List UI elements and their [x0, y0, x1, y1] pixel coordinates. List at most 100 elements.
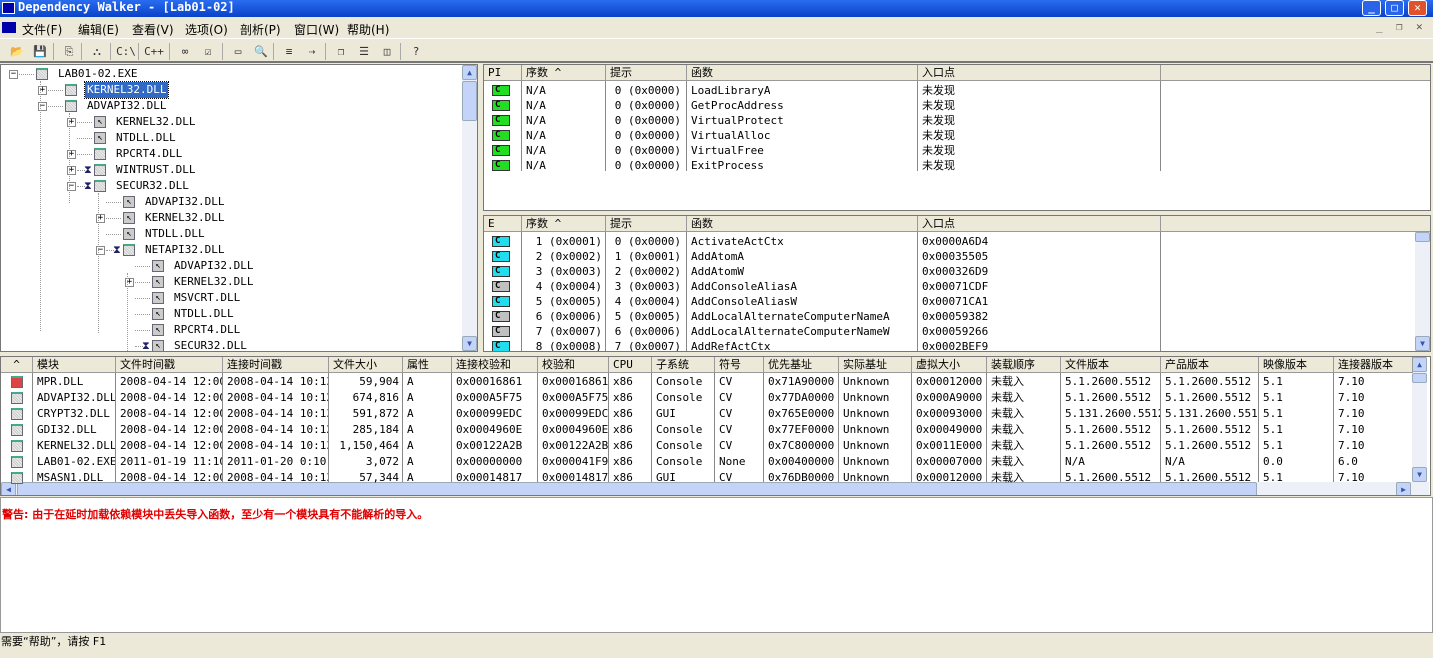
help-icon[interactable]: ?: [406, 42, 426, 61]
save-icon[interactable]: 💾: [30, 42, 50, 61]
log-pane[interactable]: 警告: 由于在延时加载依赖模块中丢失导入函数，至少有一个模块具有不能解析的导入。: [0, 497, 1433, 633]
column-header[interactable]: 入口点: [918, 216, 1161, 232]
column-header[interactable]: 序数 ^: [522, 65, 606, 81]
close-button[interactable]: ✕: [1408, 0, 1427, 16]
copy-icon[interactable]: ⎘: [59, 42, 79, 61]
tree-node[interactable]: − ⧗ SECUR32.DLL: [1, 178, 461, 194]
column-header[interactable]: ^: [1, 357, 33, 373]
tree-node[interactable]: + RPCRT4.DLL: [1, 146, 461, 162]
column-header[interactable]: 文件大小: [329, 357, 403, 373]
export-row[interactable]: C 8 (0x0008) 7 (0x0007) AddRefActCtx 0x0002B…: [484, 339, 1414, 351]
module-dependency-tree[interactable]: ▲ ▼ − LAB01-02.EXE + KERNEL32.DLL − ADVAPI32.…: [0, 64, 478, 352]
module-row[interactable]: MSASN1.DLL 2008-04-14 12:00 2008-04-14 10:…: [1, 470, 1413, 486]
menu-item[interactable]: 编辑(E): [78, 21, 119, 38]
tree-node[interactable]: ↖ NTDLL.DLL: [1, 130, 461, 146]
column-header[interactable]: 符号: [715, 357, 764, 373]
export-row[interactable]: C 5 (0x0005) 4 (0x0004) AddConsoleAliasW 0x0…: [484, 294, 1414, 309]
column-header[interactable]: 属性: [403, 357, 452, 373]
import-row[interactable]: C N/A 0 (0x0000) VirtualFree 未发现: [484, 143, 1161, 158]
column-header[interactable]: 虚拟大小: [912, 357, 987, 373]
undecorate-cpp-icon[interactable]: C++: [144, 42, 164, 61]
column-header[interactable]: 函数: [687, 216, 918, 232]
column-header[interactable]: 校验和: [538, 357, 609, 373]
column-header[interactable]: 模块: [33, 357, 116, 373]
menu-item[interactable]: 选项(O): [185, 21, 228, 38]
column-header[interactable]: 入口点: [918, 65, 1161, 81]
tree-node[interactable]: ↖ NTDLL.DLL: [1, 226, 461, 242]
scroll-up-button[interactable]: ▲: [1412, 357, 1427, 372]
export-row[interactable]: C 1 (0x0001) 0 (0x0000) ActivateActCtx 0x000…: [484, 234, 1414, 249]
module-row[interactable]: GDI32.DLL 2008-04-14 12:00 2008-04-14 10:1…: [1, 422, 1413, 438]
column-header[interactable]: 产品版本: [1161, 357, 1259, 373]
column-header[interactable]: 装载顺序: [987, 357, 1061, 373]
column-header[interactable]: 文件时间戳: [116, 357, 223, 373]
tree-node[interactable]: − ADVAPI32.DLL: [1, 98, 461, 114]
expander-minus-icon[interactable]: −: [9, 70, 18, 79]
tree-node[interactable]: + ⧗ WINTRUST.DLL: [1, 162, 461, 178]
column-header[interactable]: 子系统: [652, 357, 715, 373]
import-row[interactable]: C N/A 0 (0x0000) ExitProcess 未发现: [484, 158, 1161, 173]
module-row[interactable]: LAB01-02.EXE 2011-01-19 11:10 2011-01-20 0…: [1, 454, 1413, 470]
child-restore-button[interactable]: ❐: [1396, 20, 1403, 33]
export-row[interactable]: C 7 (0x0007) 6 (0x0006) AddLocalAlternateCo…: [484, 324, 1414, 339]
tree-node[interactable]: + ↖ KERNEL32.DLL: [1, 114, 461, 130]
column-header[interactable]: 连接器版本: [1334, 357, 1413, 373]
module-list[interactable]: ▲ ▼ ◀ ▶ ^ 模块 文件时间戳 连接时间戳 文件大小 属性 连接校验和 校验和 CPU 子系…: [0, 356, 1431, 496]
exports-vertical-scrollbar[interactable]: ▲ ▼: [1415, 216, 1430, 351]
column-header[interactable]: 实际基址: [839, 357, 912, 373]
export-row[interactable]: C 2 (0x0002) 1 (0x0001) AddAtomA 0x00035505: [484, 249, 1414, 264]
tree-node[interactable]: ↖ RPCRT4.DLL: [1, 322, 461, 338]
export-row[interactable]: C 6 (0x0006) 5 (0x0005) AddLocalAlternateCo…: [484, 309, 1414, 324]
tree-node[interactable]: + ↖ KERNEL32.DLL: [1, 274, 461, 290]
scroll-thumb[interactable]: [1412, 373, 1427, 383]
menu-item[interactable]: 剖析(P): [240, 21, 281, 38]
profile-icon[interactable]: ∞: [175, 42, 195, 61]
tree-vertical-scrollbar[interactable]: ▲ ▼: [462, 65, 477, 351]
import-row[interactable]: C N/A 0 (0x0000) LoadLibraryA 未发现: [484, 83, 1161, 98]
export-row[interactable]: C 3 (0x0003) 2 (0x0002) AddAtomW 0x000326D9: [484, 264, 1414, 279]
scroll-down-button[interactable]: ▼: [1412, 467, 1427, 482]
column-header[interactable]: 优先基址: [764, 357, 839, 373]
exports-list[interactable]: ▲ ▼ E序数 ^提示函数入口点 C 1 (0x0001) 0 (0x0000) Act…: [483, 215, 1431, 352]
module-row[interactable]: MPR.DLL 2008-04-14 12:00 2008-04-14 10:13 5…: [1, 374, 1413, 390]
find-icon[interactable]: 🔍: [251, 42, 271, 61]
module-row[interactable]: ADVAPI32.DLL 2008-04-14 12:00 2008-04-14 1…: [1, 390, 1413, 406]
menu-item[interactable]: 帮助(H): [347, 21, 389, 38]
child-minimize-button[interactable]: _: [1376, 20, 1383, 33]
column-header[interactable]: PI: [484, 65, 522, 81]
scroll-thumb[interactable]: [1415, 232, 1430, 242]
column-header[interactable]: 映像版本: [1259, 357, 1334, 373]
minimize-button[interactable]: _: [1362, 0, 1381, 16]
menu-item[interactable]: 文件(F): [22, 21, 62, 38]
tree-node[interactable]: ↖ ADVAPI32.DLL: [1, 194, 461, 210]
parent-imports-list[interactable]: PI 序数 ^ 提示 函数 入口点 C N/A 0 (0x0000) LoadLibraryA 未…: [483, 64, 1431, 211]
tree-icon[interactable]: ⛬: [87, 42, 107, 61]
import-row[interactable]: C N/A 0 (0x0000) GetProcAddress 未发现: [484, 98, 1161, 113]
tree-node[interactable]: + KERNEL32.DLL: [1, 81, 461, 99]
tile-vertical-icon[interactable]: ◫: [377, 42, 397, 61]
tree-node[interactable]: − LAB01-02.EXE: [1, 66, 461, 82]
tree-node[interactable]: + ↖ KERNEL32.DLL: [1, 210, 461, 226]
child-close-button[interactable]: ✕: [1416, 20, 1423, 33]
column-header[interactable]: 序数 ^: [522, 216, 606, 232]
column-header[interactable]: 文件版本: [1061, 357, 1161, 373]
module-row[interactable]: KERNEL32.DLL 2008-04-14 12:00 2008-04-14 1…: [1, 438, 1413, 454]
module-row[interactable]: CRYPT32.DLL 2008-04-14 12:00 2008-04-14 10…: [1, 406, 1413, 422]
menu-item[interactable]: 查看(V): [132, 21, 174, 38]
tree-node[interactable]: ↖ NTDLL.DLL: [1, 306, 461, 322]
export-row[interactable]: C 4 (0x0004) 3 (0x0003) AddConsoleAliasA 0x0…: [484, 279, 1414, 294]
column-header[interactable]: [1161, 65, 1430, 81]
scroll-down-button[interactable]: ▼: [462, 336, 477, 351]
properties-icon[interactable]: ☑: [198, 42, 218, 61]
maximize-button[interactable]: □: [1385, 0, 1404, 16]
tree-node[interactable]: ↖ ADVAPI32.DLL: [1, 258, 461, 274]
column-header[interactable]: [1161, 216, 1430, 232]
system-info-icon[interactable]: ▭: [228, 42, 248, 61]
scroll-down-button[interactable]: ▼: [1415, 336, 1430, 351]
menu-item[interactable]: 窗口(W): [294, 21, 339, 38]
column-header[interactable]: CPU: [609, 357, 652, 373]
column-header[interactable]: 提示: [606, 216, 687, 232]
cascade-icon[interactable]: ❐: [331, 42, 351, 61]
column-header[interactable]: 函数: [687, 65, 918, 81]
disabled-icon[interactable]: ⇢: [302, 42, 322, 61]
